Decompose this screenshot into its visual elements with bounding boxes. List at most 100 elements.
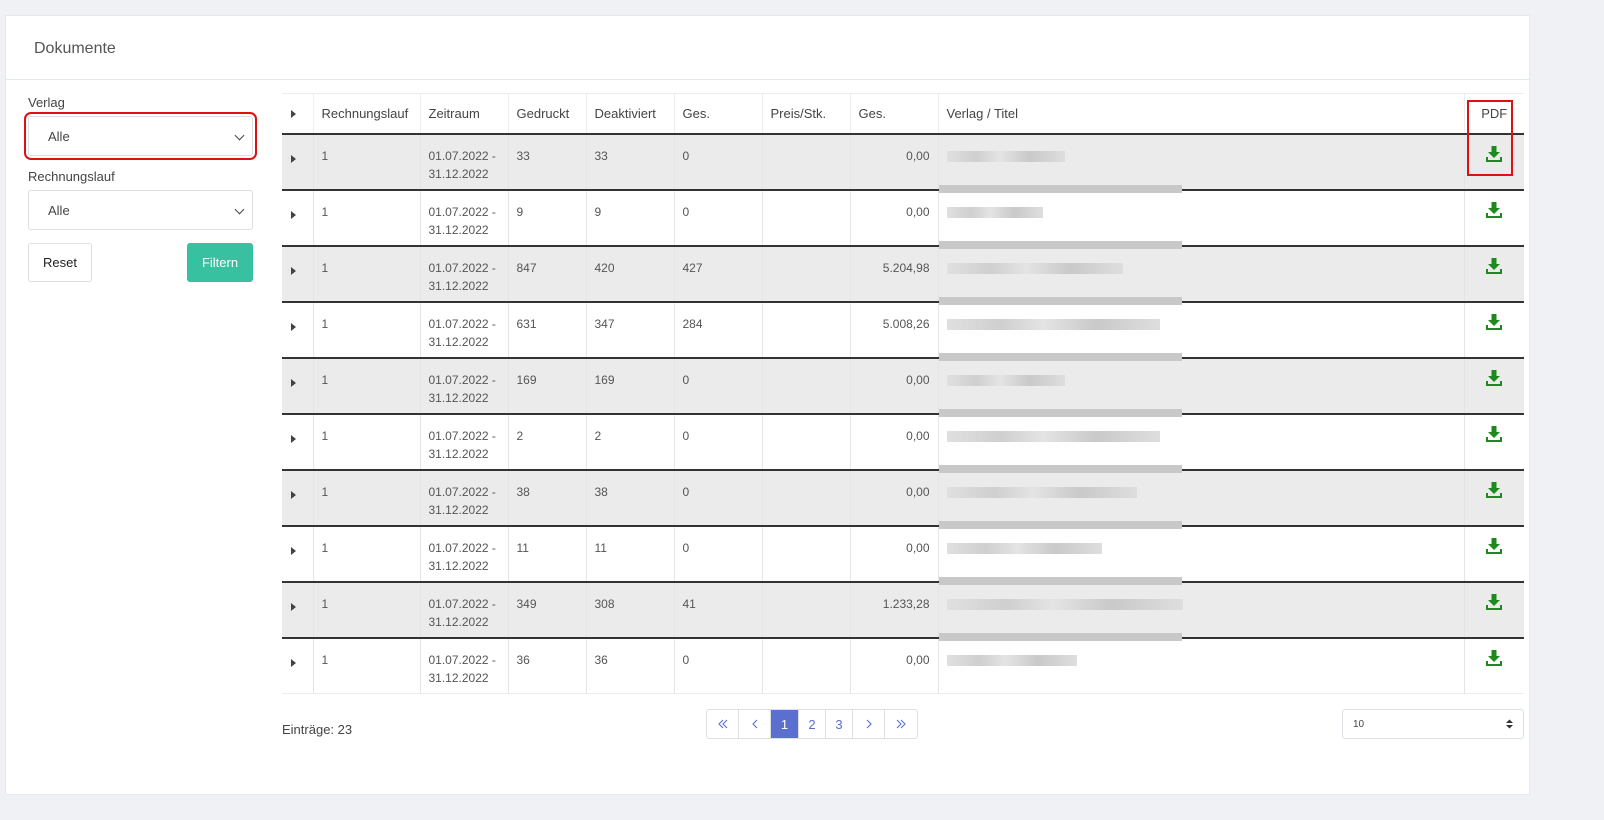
- download-icon: [1486, 537, 1503, 554]
- documents-table-wrapper: Rechnungslauf Zeitraum Gedruckt Deaktivi…: [282, 93, 1524, 694]
- chevron-down-icon: [234, 204, 245, 215]
- zeitraum-start: 01.07.2022 -: [428, 540, 496, 555]
- cell-gedruckt: 169: [508, 357, 587, 414]
- first-page-button[interactable]: [707, 710, 739, 738]
- pdf-download-button[interactable]: [1464, 302, 1524, 358]
- cell-total: 0,00: [850, 469, 939, 526]
- cell-zeitraum: 01.07.2022 - 31.12.2022: [420, 581, 509, 638]
- row-expand-toggle[interactable]: [282, 133, 314, 190]
- double-chevron-left-icon: [717, 719, 727, 729]
- cell-deaktiviert: 169: [586, 357, 675, 414]
- pagination: 1 2 3: [706, 709, 918, 739]
- pdf-download-button[interactable]: [1464, 414, 1524, 470]
- column-header[interactable]: Ges.: [674, 93, 763, 134]
- redacted-text: [938, 240, 1182, 249]
- pdf-download-button[interactable]: [1464, 470, 1524, 526]
- cell-verlag-titel: [938, 632, 1465, 694]
- pdf-download-button[interactable]: [1464, 190, 1524, 246]
- pdf-download-button[interactable]: [1464, 246, 1524, 302]
- row-expand-toggle[interactable]: [282, 301, 314, 358]
- per-page-select[interactable]: 10: [1342, 709, 1524, 739]
- filter-button[interactable]: Filtern: [187, 243, 253, 282]
- page-button-3[interactable]: 3: [826, 710, 853, 738]
- verlag-select[interactable]: Alle: [24, 112, 257, 160]
- zeitraum-end: 31.12.2022: [428, 670, 489, 685]
- filter-buttons: Reset Filtern: [28, 243, 253, 282]
- double-chevron-right-icon: [896, 719, 906, 729]
- caret-right-icon: [291, 378, 296, 387]
- caret-right-icon: [291, 210, 296, 219]
- cell-verlag-titel: [938, 576, 1465, 638]
- zeitraum-end: 31.12.2022: [428, 558, 489, 573]
- cell-ges: 0: [674, 469, 763, 526]
- table-row: 1 01.07.2022 - 31.12.2022 349 308 41 1.233,28: [282, 576, 1524, 638]
- column-header[interactable]: Verlag / Titel: [938, 93, 1465, 134]
- table-row: 1 01.07.2022 - 31.12.2022 631 347 284 5.008,26: [282, 296, 1524, 358]
- row-expand-toggle[interactable]: [282, 581, 314, 638]
- page-button-2[interactable]: 2: [799, 710, 826, 738]
- row-expand-toggle[interactable]: [282, 189, 314, 246]
- column-header[interactable]: Ges.: [850, 93, 939, 134]
- column-header[interactable]: Rechnungslauf: [313, 93, 421, 134]
- cell-rechnungslauf: 1: [313, 637, 421, 694]
- row-expand-toggle[interactable]: [282, 357, 314, 414]
- cell-zeitraum: 01.07.2022 - 31.12.2022: [420, 357, 509, 414]
- row-expand-toggle[interactable]: [282, 637, 314, 694]
- prev-page-button[interactable]: [739, 710, 771, 738]
- pdf-download-button[interactable]: [1464, 134, 1524, 190]
- cell-ges: 0: [674, 133, 763, 190]
- cell-total: 5.008,26: [850, 301, 939, 358]
- download-icon: [1486, 313, 1503, 330]
- cell-total: 0,00: [850, 189, 939, 246]
- cell-rechnungslauf: 1: [313, 189, 421, 246]
- pdf-download-button[interactable]: [1464, 638, 1524, 694]
- caret-right-icon: [291, 546, 296, 555]
- zeitraum-start: 01.07.2022 -: [428, 596, 496, 611]
- column-header[interactable]: Preis/Stk.: [762, 93, 851, 134]
- redacted-text: [946, 318, 1160, 330]
- table-row: 1 01.07.2022 -31.12.2022 9 9 0 0,00: [282, 184, 1524, 246]
- table-body: 1 01.07.2022 -31.12.2022 33 33 0 0,00 1 01.07.2…: [282, 133, 1524, 694]
- pdf-download-button[interactable]: [1464, 582, 1524, 638]
- table-row: 1 01.07.2022 -31.12.2022 38 38 0 0,00: [282, 464, 1524, 526]
- zeitraum-start: 01.07.2022 -: [428, 204, 496, 219]
- sort-updown-icon: [1506, 719, 1513, 729]
- caret-right-icon: [291, 658, 296, 667]
- reset-button[interactable]: Reset: [28, 243, 92, 282]
- redacted-text: [938, 632, 1182, 641]
- zeitraum-end: 31.12.2022: [428, 278, 489, 293]
- row-expand-toggle[interactable]: [282, 413, 314, 470]
- next-page-button[interactable]: [853, 710, 885, 738]
- per-page-value: 10: [1353, 719, 1365, 730]
- pdf-download-button[interactable]: [1464, 526, 1524, 582]
- row-expand-toggle[interactable]: [282, 469, 314, 526]
- row-expand-toggle[interactable]: [282, 525, 314, 582]
- page-button-1[interactable]: 1: [771, 710, 799, 738]
- zeitraum-end: 31.12.2022: [428, 390, 489, 405]
- zeitraum-end: 31.12.2022: [428, 222, 489, 237]
- rechnungslauf-select[interactable]: Alle: [28, 190, 253, 230]
- download-icon: [1486, 425, 1503, 442]
- cell-verlag-titel: [938, 240, 1465, 302]
- pdf-download-button[interactable]: [1464, 358, 1524, 414]
- cell-rechnungslauf: 1: [313, 581, 421, 638]
- caret-right-icon: [291, 602, 296, 611]
- column-header[interactable]: Zeitraum: [420, 93, 509, 134]
- column-header[interactable]: Deaktiviert: [586, 93, 675, 134]
- last-page-button[interactable]: [885, 710, 917, 738]
- caret-right-icon: [291, 109, 296, 118]
- download-icon: [1486, 257, 1503, 274]
- cell-total: 0,00: [850, 525, 939, 582]
- row-expand-toggle[interactable]: [282, 245, 314, 302]
- cell-gedruckt: 847: [508, 245, 587, 302]
- verlag-select-value: Alle: [48, 129, 70, 144]
- chevron-left-icon: [751, 719, 757, 729]
- expand-all-header[interactable]: [282, 93, 314, 134]
- redacted-text: [938, 464, 1182, 473]
- redacted-text: [938, 296, 1182, 305]
- cell-zeitraum: 01.07.2022 - 31.12.2022: [420, 469, 509, 526]
- column-header[interactable]: Gedruckt: [508, 93, 587, 134]
- table-row: 1 01.07.2022 -31.12.2022 11 11 0 0,00: [282, 520, 1524, 582]
- zeitraum-start: 01.07.2022 -: [428, 428, 496, 443]
- cell-preis: [762, 413, 851, 470]
